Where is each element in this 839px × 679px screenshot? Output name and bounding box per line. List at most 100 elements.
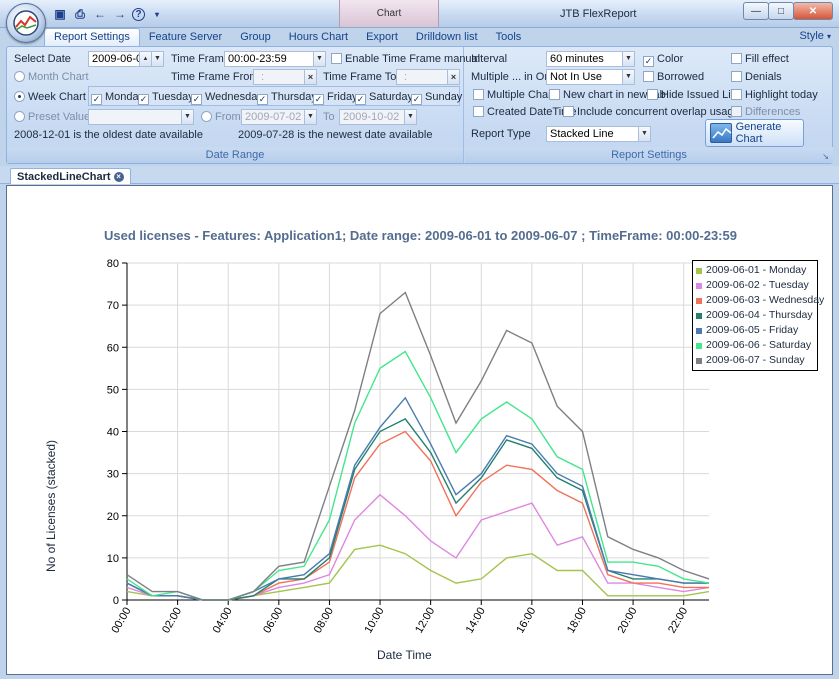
color-checkbox[interactable]: ✓ Color (643, 53, 683, 67)
chevron-down-icon: ▾ (826, 32, 831, 41)
tab-drilldown-list[interactable]: Drilldown list (407, 29, 487, 46)
differences-checkbox[interactable]: Differences (731, 106, 800, 118)
multiple-chart-checkbox[interactable]: Multiple Chart (473, 89, 555, 101)
report-settings-group-label: Report Settings (465, 147, 833, 163)
help-icon[interactable]: ? (132, 7, 145, 21)
y-tick-label: 70 (107, 300, 119, 312)
application-menu-button[interactable] (6, 3, 46, 43)
checkbox-icon (643, 71, 654, 82)
interval-label: Interval (471, 53, 508, 65)
fill-effect-checkbox[interactable]: Fill effect (731, 53, 789, 65)
legend-swatch (696, 342, 702, 349)
checkbox-checked-icon: ✓ (355, 94, 366, 105)
chevron-down-icon[interactable]: ▼ (313, 52, 325, 66)
context-tab-chart: Chart (339, 0, 439, 27)
tab-report-settings[interactable]: Report Settings (44, 28, 140, 46)
document-tab-stacked-line-chart[interactable]: StackedLineChart × (10, 168, 131, 184)
chart-title: Used licenses - Features: Application1; … (104, 228, 737, 243)
chevron-down-icon[interactable]: ▼ (622, 70, 634, 84)
radio-icon (14, 111, 25, 122)
day-checkbox-saturday[interactable]: ✓ Saturday (355, 91, 413, 105)
tab-group[interactable]: Group (231, 29, 280, 46)
select-date-field[interactable]: 2009-06-01 ▲ ▼ (88, 51, 164, 67)
style-menu[interactable]: Style ▾ (799, 30, 831, 42)
time-frame-dropdown[interactable]: 00:00-23:59 ▼ (224, 51, 326, 67)
date-spinner-icon[interactable]: ▲ (139, 52, 151, 66)
created-datetime-checkbox[interactable]: Created DateTime (473, 106, 576, 118)
back-arrow-icon[interactable]: ← (92, 6, 108, 22)
concurrent-overlap-checkbox[interactable]: Include concurrent overlap usage (563, 106, 740, 118)
hide-issued-checkbox[interactable]: Hide Issued Lic (647, 89, 736, 101)
save-icon[interactable]: ▣ (52, 6, 68, 22)
clear-icon[interactable]: × (447, 70, 459, 84)
minimize-button[interactable]: — (743, 2, 769, 20)
legend-label: 2009-06-07 - Sunday (706, 354, 805, 366)
chevron-down-icon[interactable]: ▼ (622, 52, 634, 66)
forward-arrow-icon[interactable]: → (112, 6, 128, 22)
print-icon[interactable]: ⎙ (72, 6, 88, 22)
report-settings-group: Interval 60 minutes ▼ ✓ Color Fill effect… (465, 47, 833, 163)
x-tick-label: 00:00 (109, 606, 133, 636)
multiple-in-one-dropdown[interactable]: Not In Use ▼ (546, 69, 635, 85)
chevron-down-icon[interactable]: ▼ (304, 110, 316, 124)
preset-values-label: Preset Values (28, 111, 96, 123)
day-checkbox-monday[interactable]: ✓ Monday (91, 91, 144, 105)
day-checkbox-tuesday[interactable]: ✓ Tuesday (138, 91, 194, 105)
denials-checkbox[interactable]: Denials (731, 71, 782, 83)
x-tick-label: 18:00 (565, 606, 589, 636)
calendar-dropdown-icon[interactable]: ▼ (151, 52, 163, 66)
preset-values-dropdown[interactable]: ▼ (88, 109, 194, 125)
checkbox-checked-icon: ✓ (257, 94, 268, 105)
legend-swatch (696, 312, 702, 319)
maximize-button[interactable]: □ (768, 2, 794, 20)
close-tab-icon[interactable]: × (113, 171, 124, 182)
day-checkbox-friday[interactable]: ✓ Friday (313, 91, 358, 105)
tab-hours-chart[interactable]: Hours Chart (280, 29, 357, 46)
interval-value: 60 minutes (550, 53, 604, 65)
checkbox-checked-icon: ✓ (191, 94, 202, 105)
enable-manual-checkbox[interactable]: Enable Time Frame manual (331, 53, 480, 65)
checkbox-icon (331, 53, 342, 64)
report-type-dropdown[interactable]: Stacked Line ▼ (546, 126, 651, 142)
y-tick-label: 0 (113, 595, 119, 607)
checkbox-icon (731, 71, 742, 82)
day-checkbox-sunday[interactable]: ✓ Sunday (411, 91, 462, 105)
checkbox-icon (647, 89, 658, 100)
legend-label: 2009-06-04 - Thursday (706, 309, 813, 321)
dialog-launcher-icon[interactable]: ↘ (822, 152, 829, 161)
tab-feature-server[interactable]: Feature Server (140, 29, 231, 46)
chevron-down-icon[interactable]: ▼ (638, 127, 650, 141)
y-tick-label: 40 (107, 427, 119, 439)
chevron-down-icon[interactable]: ▼ (404, 110, 416, 124)
week-chart-radio[interactable]: Week Chart (14, 91, 86, 103)
to-date-field[interactable]: 2009-10-02 ▼ (339, 109, 417, 125)
highlight-today-checkbox[interactable]: Highlight today (731, 89, 818, 101)
month-chart-radio[interactable]: Month Chart (14, 71, 89, 83)
multiple-in-one-value: Not In Use (550, 71, 602, 83)
tab-export[interactable]: Export (357, 29, 407, 46)
time-frame-from-field[interactable]: : × (253, 69, 317, 85)
tab-tools[interactable]: Tools (487, 29, 531, 46)
color-label: Color (657, 53, 684, 65)
chevron-down-icon[interactable]: ▼ (181, 110, 193, 124)
borrowed-checkbox[interactable]: Borrowed (643, 71, 704, 83)
differences-label: Differences (745, 106, 801, 118)
interval-dropdown[interactable]: 60 minutes ▼ (546, 51, 635, 67)
time-frame-to-field[interactable]: : × (396, 69, 460, 85)
close-button[interactable]: ✕ (793, 2, 833, 20)
from-date-field[interactable]: 2009-07-02 ▼ (241, 109, 317, 125)
checkbox-icon (549, 89, 560, 100)
x-tick-label: 20:00 (616, 606, 640, 636)
generate-chart-button[interactable]: Generate Chart (705, 119, 804, 147)
time-frame-from-label: Time Frame From (171, 71, 259, 83)
y-tick-label: 80 (107, 258, 119, 270)
from-radio[interactable]: From (201, 111, 241, 123)
customize-dropdown-icon[interactable]: ▾ (149, 6, 165, 22)
day-checkbox-thursday[interactable]: ✓ Thursday (257, 91, 317, 105)
preset-values-radio[interactable]: Preset Values (14, 111, 96, 123)
day-checkbox-wednesday[interactable]: ✓ Wednesday (191, 91, 263, 105)
x-axis-label: Date Time (377, 648, 432, 662)
clear-icon[interactable]: × (304, 70, 316, 84)
day-label: Sunday (425, 91, 463, 103)
legend-item: 2009-06-07 - Sunday (695, 353, 815, 368)
